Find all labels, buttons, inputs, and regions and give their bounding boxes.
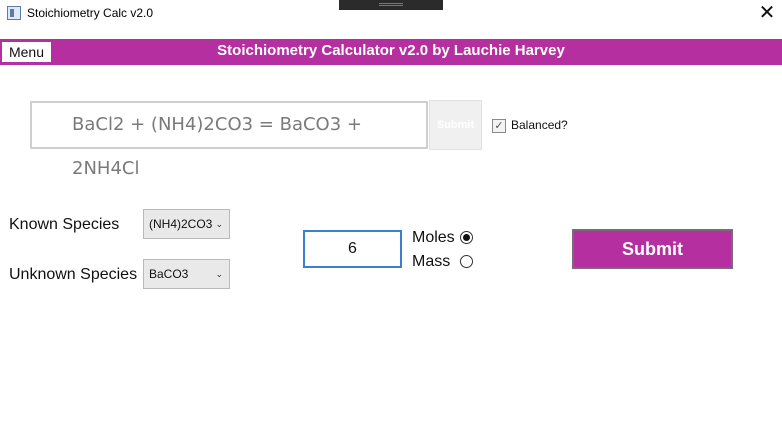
chevron-down-icon: ⌄ — [215, 219, 223, 229]
app-title-text: Stoichiometry Calculator v2.0 by Lauchie… — [217, 42, 565, 59]
menu-button[interactable]: Menu — [1, 41, 52, 63]
moles-radio[interactable] — [460, 231, 473, 244]
mass-radio[interactable] — [460, 255, 473, 268]
unknown-species-select[interactable]: BaCO3 ⌄ — [143, 259, 230, 289]
equation-input[interactable]: BaCl2 + (NH4)2CO3 = BaCO3 + 2NH4Cl — [30, 101, 428, 179]
balanced-checkbox[interactable]: ✓ — [492, 119, 506, 133]
submit-button[interactable]: Submit — [572, 229, 733, 269]
drag-grip-handle[interactable] — [339, 0, 443, 10]
unknown-species-label: Unknown Species — [9, 266, 138, 283]
close-button[interactable]: ✕ — [752, 1, 782, 27]
window-titlebar: Stoichiometry Calc v2.0 ✕ — [0, 0, 782, 30]
unknown-species-value: BaCO3 — [149, 267, 189, 281]
chevron-down-icon: ⌄ — [215, 269, 223, 279]
balanced-label: Balanced? — [511, 118, 568, 132]
app-icon — [7, 6, 21, 20]
moles-label: Moles — [412, 229, 455, 246]
window-title: Stoichiometry Calc v2.0 — [27, 6, 154, 20]
equation-submit-button[interactable]: Submit — [429, 100, 482, 150]
mass-label: Mass — [412, 253, 451, 270]
known-species-value: (NH4)2CO3 — [149, 217, 213, 231]
app-title: Stoichiometry Calculator v2.0 by Lauchie… — [0, 39, 782, 65]
known-species-select[interactable]: (NH4)2CO3 ⌄ — [143, 209, 230, 239]
known-species-label: Known Species — [9, 216, 120, 233]
quantity-input[interactable]: 6 — [303, 230, 402, 268]
